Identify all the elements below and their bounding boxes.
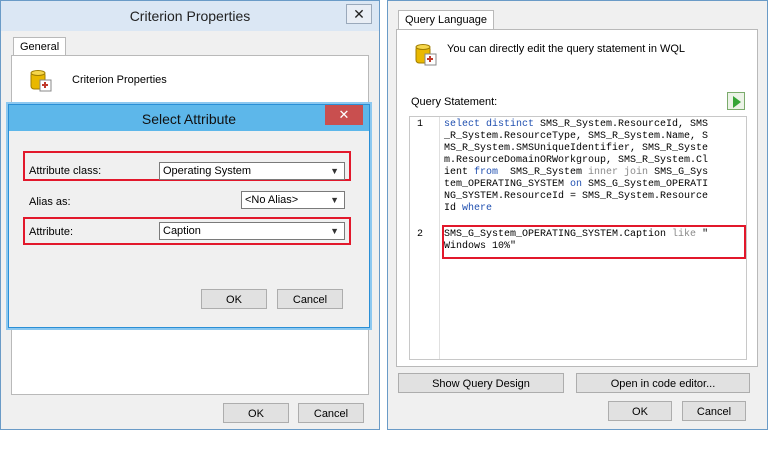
cancel-button[interactable]: Cancel — [682, 401, 746, 421]
attribute-value: Caption — [163, 225, 201, 237]
query-panel: You can directly edit the query statemen… — [396, 29, 758, 367]
code-token: m.ResourceDomainORWorkgroup, SMS_R_Syste… — [444, 155, 709, 166]
chevron-down-icon: ▼ — [330, 166, 339, 176]
tab-general[interactable]: General — [13, 37, 67, 56]
code-token: like — [672, 229, 697, 240]
code-token: select distinct — [444, 119, 541, 130]
show-query-design-button[interactable]: Show Query Design — [398, 373, 564, 393]
select-attribute-dialog: Select Attribute ✕ Attribute class: Oper… — [8, 104, 370, 328]
attribute-dropdown[interactable]: Caption ▼ — [159, 222, 345, 240]
open-in-code-editor-button[interactable]: Open in code editor... — [576, 373, 750, 393]
code-row: _R_System.ResourceType, SMS_R_System.Nam… — [444, 131, 708, 143]
code-row: select distinct SMS_R_System.ResourceId,… — [444, 119, 708, 131]
query-statement-label: Query Statement: — [411, 96, 498, 108]
criterion-header-label: Criterion Properties — [72, 74, 167, 86]
code-row: MS_R_System.SMSUniqueIdentifier, SMS_R_S… — [444, 143, 708, 155]
code-token: tem_OPERATING_SYSTEM — [444, 179, 571, 190]
code-token: on — [570, 179, 583, 190]
ok-button[interactable]: OK — [201, 289, 267, 309]
chevron-down-icon: ▼ — [330, 226, 339, 236]
attribute-label: Attribute: — [29, 226, 74, 238]
code-token: NG_SYSTEM.ResourceId = SMS_R_System.Reso… — [444, 191, 709, 202]
code-row: tem_OPERATING_SYSTEM on SMS_G_System_OPE… — [444, 179, 708, 191]
code-token: SMS_G_System_OPERATI — [582, 179, 709, 190]
criterion-database-icon — [28, 68, 54, 94]
code-token: SMS_G_System_OPERATING_SYSTEM.Caption — [444, 229, 673, 240]
code-row: m.ResourceDomainORWorkgroup, SMS_R_Syste… — [444, 155, 708, 167]
attribute-class-label: Attribute class: — [29, 165, 102, 177]
code-token: SMS_R_System.ResourceId, SMS — [540, 119, 709, 130]
tab-query-language[interactable]: Query Language — [398, 10, 494, 29]
query-language-window: Query Language You can directly edit the… — [387, 0, 768, 430]
code-token: MS_R_System.SMSUniqueIdentifier, SMS_R_S… — [444, 143, 709, 154]
dialog-title: Select Attribute — [141, 111, 237, 127]
line-number-1: 1 — [417, 119, 424, 130]
code-token: SMS_R_System — [498, 167, 589, 178]
code-token: _R_System.ResourceType, SMS_R_System.Nam… — [444, 131, 709, 142]
code-row: SMS_G_System_OPERATING_SYSTEM.Caption li… — [444, 229, 708, 241]
query-database-icon — [413, 42, 439, 68]
query-code-line-1: select distinct SMS_R_System.ResourceId,… — [444, 119, 708, 215]
code-row: Id where — [444, 203, 708, 215]
cancel-button[interactable]: Cancel — [298, 403, 364, 423]
chevron-down-icon: ▼ — [330, 195, 339, 205]
ok-button[interactable]: OK — [223, 403, 289, 423]
code-token: where — [462, 203, 493, 214]
alias-value: <No Alias> — [245, 194, 299, 206]
line-number-gutter — [410, 117, 440, 359]
code-token: ient — [444, 167, 475, 178]
ok-button[interactable]: OK — [608, 401, 672, 421]
code-token: " — [696, 229, 709, 240]
line-number-2: 2 — [417, 229, 424, 240]
attribute-class-value: Operating System — [163, 165, 252, 177]
query-code-line-2: SMS_G_System_OPERATING_SYSTEM.Caption li… — [444, 229, 708, 253]
run-query-icon[interactable] — [727, 92, 745, 110]
code-token: Windows 10%" — [444, 241, 517, 252]
code-token: inner join — [588, 167, 649, 178]
code-row: Windows 10%" — [444, 241, 708, 253]
code-token: SMS_G_Sys — [648, 167, 709, 178]
alias-label: Alias as: — [29, 196, 71, 208]
code-row: ient from SMS_R_System inner join SMS_G_… — [444, 167, 708, 179]
query-info-text: You can directly edit the query statemen… — [447, 43, 686, 55]
attribute-class-dropdown[interactable]: Operating System ▼ — [159, 162, 345, 180]
code-token: Id — [444, 203, 463, 214]
close-button[interactable]: ✕ — [346, 4, 372, 24]
window-title: Criterion Properties — [129, 8, 251, 24]
code-token: from — [474, 167, 499, 178]
close-button[interactable]: ✕ — [325, 105, 363, 125]
code-row: NG_SYSTEM.ResourceId = SMS_R_System.Reso… — [444, 191, 708, 203]
alias-dropdown[interactable]: <No Alias> ▼ — [241, 191, 345, 209]
query-editor[interactable]: 1 2 select distinct SMS_R_System.Resourc… — [409, 116, 747, 360]
cancel-button[interactable]: Cancel — [277, 289, 343, 309]
